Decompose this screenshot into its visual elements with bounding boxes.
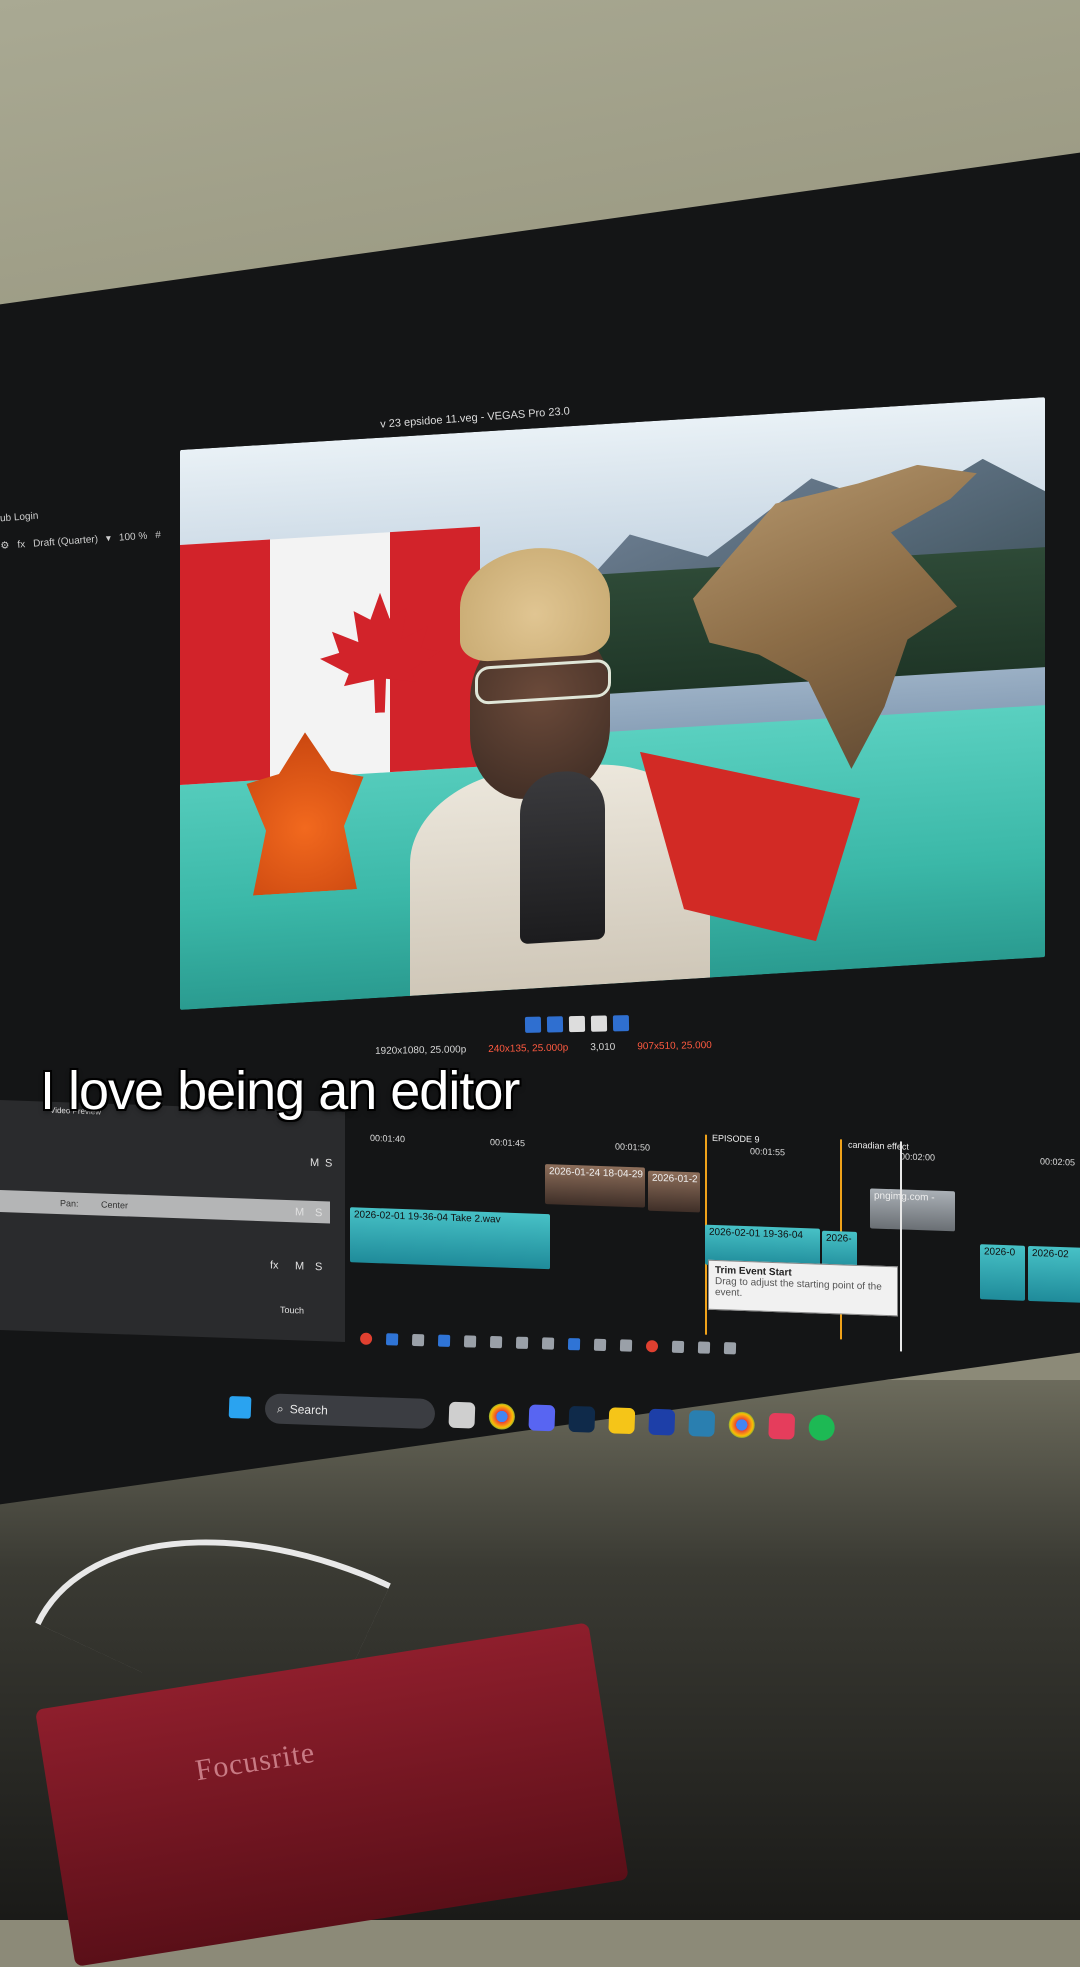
- pan-value: Center: [101, 1199, 129, 1211]
- loop-icon[interactable]: [524, 1016, 542, 1033]
- ruler-tick: 00:01:50: [615, 1141, 651, 1153]
- clip-label: 2026-: [826, 1232, 852, 1245]
- track-header-panel: Video Preview M S Pan: Center M S fx M S…: [0, 1100, 345, 1343]
- playhead[interactable]: [900, 1141, 902, 1352]
- play-from-start-icon[interactable]: [411, 1333, 425, 1347]
- preview-transport: [524, 1015, 630, 1033]
- search-icon: ⌕: [276, 1401, 285, 1416]
- split-icon[interactable]: [697, 1341, 711, 1354]
- preview-quality-select[interactable]: Draft (Quarter): [33, 534, 99, 550]
- preview-options-icon[interactable]: [612, 1015, 630, 1032]
- solo-button-3[interactable]: S: [315, 1261, 322, 1273]
- video-caption: I love being an editor: [40, 1061, 520, 1121]
- folder-icon[interactable]: [608, 1407, 636, 1435]
- delete-icon[interactable]: [645, 1340, 659, 1353]
- clip-label: 2026-02-01 19-36-04 Take 2.wav: [354, 1209, 501, 1226]
- search-label: Search: [289, 1402, 329, 1418]
- clip-label: 2026-01-24 18-04-29: [549, 1166, 643, 1181]
- video-clip[interactable]: 2026-01-2: [648, 1170, 700, 1213]
- ea-icon[interactable]: [768, 1412, 796, 1440]
- clip-label: 2026-02-01 19-36-04: [709, 1226, 803, 1242]
- clip-label: 2026-02: [1032, 1248, 1069, 1261]
- pause-icon[interactable]: [568, 1015, 586, 1033]
- trim-icon[interactable]: [671, 1340, 685, 1354]
- next-frame-icon[interactable]: [541, 1337, 555, 1350]
- canada-flag: [180, 526, 480, 785]
- prev-frame-icon[interactable]: [515, 1336, 529, 1349]
- grid-icon[interactable]: #: [155, 529, 161, 540]
- video-clip[interactable]: pngimg.com -: [870, 1188, 955, 1232]
- clip-label: pngimg.com -: [874, 1190, 935, 1204]
- file-explorer-icon[interactable]: [448, 1401, 476, 1429]
- automation-mode[interactable]: Touch: [280, 1305, 304, 1316]
- ruler-tick: 00:02:00: [900, 1151, 936, 1163]
- play-icon[interactable]: [437, 1334, 451, 1347]
- spotify-icon[interactable]: [808, 1414, 836, 1442]
- frame-counter: 3,010: [590, 1041, 616, 1054]
- selection-icon[interactable]: [593, 1338, 607, 1352]
- clip-label: 2026-01-2: [652, 1172, 698, 1186]
- chrome-icon[interactable]: [488, 1403, 516, 1430]
- play-icon[interactable]: [546, 1016, 564, 1033]
- lock-icon[interactable]: [723, 1342, 737, 1355]
- windows-start-icon[interactable]: [228, 1395, 252, 1419]
- marker-label: EPISODE 9: [712, 1132, 760, 1145]
- ruler-tick: 00:01:40: [370, 1132, 406, 1145]
- audio-clip[interactable]: 2026-0: [980, 1244, 1025, 1301]
- ruler-tick: 00:02:05: [1040, 1156, 1076, 1168]
- audio-clip[interactable]: 2026-02: [1028, 1245, 1080, 1303]
- ruler-tick: 00:01:55: [750, 1146, 786, 1158]
- track-fx-button[interactable]: fx: [270, 1259, 279, 1271]
- video-clip[interactable]: 2026-01-24 18-04-29: [545, 1164, 645, 1208]
- loop-icon[interactable]: [385, 1333, 399, 1346]
- trim-tooltip: Trim Event Start Drag to adjust the star…: [708, 1259, 898, 1317]
- edit-tool-icon[interactable]: [567, 1338, 581, 1351]
- stop-icon[interactable]: [590, 1015, 608, 1032]
- vegas-alt-icon[interactable]: [688, 1410, 716, 1437]
- pause-icon[interactable]: [463, 1335, 477, 1348]
- pan-control[interactable]: Pan: Center: [0, 1190, 330, 1224]
- zoom-select[interactable]: 100 %: [119, 530, 148, 543]
- flag-bar-left: [180, 539, 270, 785]
- fx-icon[interactable]: fx: [17, 539, 26, 551]
- vegas-icon[interactable]: [648, 1408, 676, 1436]
- mute-button[interactable]: M: [310, 1157, 319, 1169]
- photoshop-icon[interactable]: [568, 1405, 596, 1433]
- clip-label: 2026-0: [984, 1246, 1016, 1259]
- record-icon[interactable]: [359, 1332, 373, 1345]
- pan-label: Pan:: [60, 1198, 79, 1209]
- preview-resolution: 240x135, 25.000p: [488, 1042, 569, 1055]
- mute-button-3[interactable]: M: [295, 1260, 304, 1272]
- solo-button[interactable]: S: [325, 1157, 332, 1169]
- mute-button-2[interactable]: M: [295, 1206, 304, 1218]
- ruler-tick: 00:01:45: [490, 1137, 526, 1149]
- audio-clip[interactable]: 2026-02-01 19-36-04 Take 2.wav: [350, 1207, 550, 1270]
- chevron-down-icon[interactable]: ▾: [106, 533, 112, 544]
- taskbar-search[interactable]: ⌕ Search: [264, 1393, 436, 1430]
- video-preview: [180, 397, 1045, 1010]
- stop-icon[interactable]: [489, 1335, 503, 1349]
- display-resolution: 907x510, 25.000: [637, 1040, 712, 1053]
- preview-settings-icon[interactable]: ⚙: [0, 540, 10, 552]
- solo-button-2[interactable]: S: [315, 1207, 322, 1219]
- project-resolution: 1920x1080, 25.000p: [374, 1044, 467, 1057]
- discord-icon[interactable]: [528, 1404, 556, 1432]
- chrome-icon-2[interactable]: [728, 1411, 756, 1439]
- zoom-icon[interactable]: [619, 1339, 633, 1352]
- microphone: [520, 769, 605, 945]
